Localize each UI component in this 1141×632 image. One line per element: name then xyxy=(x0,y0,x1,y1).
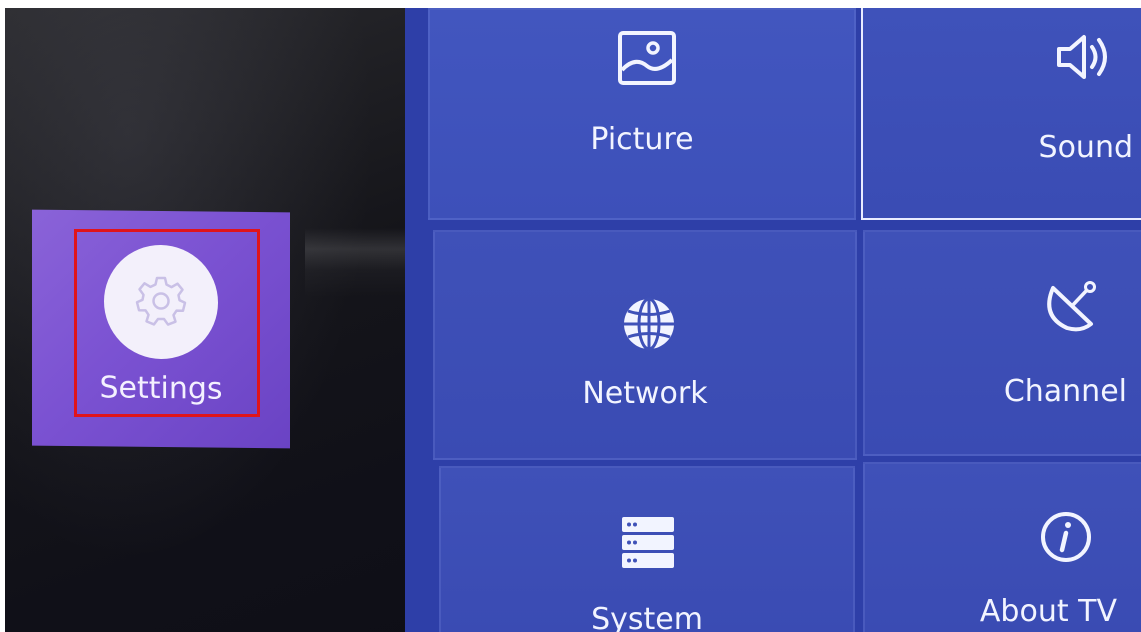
menu-tile-system[interactable]: System xyxy=(439,466,855,632)
menu-tile-label: Channel xyxy=(1003,374,1127,409)
settings-menu-panel: Picture Sound Network Channel System Abo… xyxy=(405,8,1141,632)
menu-tile-network[interactable]: Network xyxy=(433,230,857,460)
menu-tile-label: System xyxy=(591,602,703,632)
speaker-icon xyxy=(1055,32,1117,82)
menu-tile-picture[interactable]: Picture xyxy=(428,8,856,220)
server-icon xyxy=(619,514,677,572)
menu-tile-label: Sound xyxy=(1038,130,1133,165)
info-icon xyxy=(1039,510,1093,564)
menu-tile-sound[interactable]: Sound xyxy=(861,8,1141,220)
tv-screen: Settings Picture Sound Network Channel S… xyxy=(5,8,1141,632)
menu-tile-label: Network xyxy=(582,376,708,411)
globe-icon xyxy=(619,294,679,354)
menu-tile-channel[interactable]: Channel xyxy=(863,230,1141,456)
picture-icon xyxy=(617,30,677,86)
selection-highlight-box xyxy=(74,229,260,417)
menu-tile-label: About TV xyxy=(979,594,1117,629)
satellite-dish-icon xyxy=(1037,276,1103,342)
menu-tile-label: Picture xyxy=(590,122,694,157)
menu-tile-about-tv[interactable]: About TV xyxy=(863,462,1141,632)
